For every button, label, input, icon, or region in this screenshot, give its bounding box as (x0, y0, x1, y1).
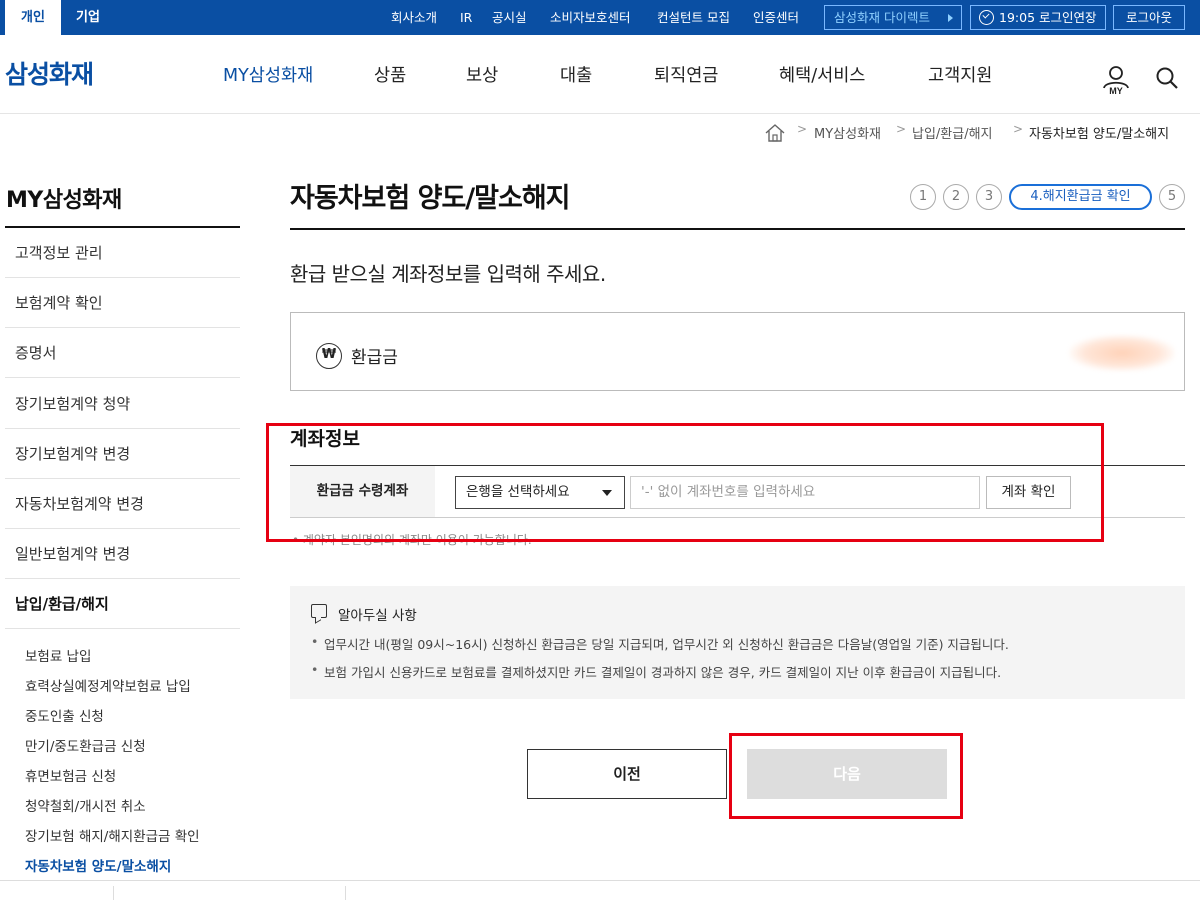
footer-divider (0, 880, 1200, 881)
page-title: 자동차보험 양도/말소해지 (290, 183, 571, 214)
step-4-current: 4.해지환급금 확인 (1009, 184, 1152, 210)
nav-loans[interactable]: 대출 (560, 62, 592, 87)
login-extend-button[interactable]: 19:05 로그인연장 (970, 5, 1106, 30)
link-consumer-center[interactable]: 소비자보호센터 (550, 0, 631, 35)
tab-corporate[interactable]: 기업 (76, 0, 100, 35)
nav-claims[interactable]: 보상 (466, 62, 498, 87)
nav-support[interactable]: 고객지원 (928, 62, 992, 87)
refund-amount-redacted (1069, 335, 1175, 371)
notice-item-text: 업무시간 내(평일 09시~16시) 신청하신 환급금은 당일 지급되며, 업무… (324, 637, 1009, 652)
footer-separator (113, 886, 114, 900)
direct-button[interactable]: 삼성화재 다이렉트 (824, 5, 962, 30)
footer-separator (345, 886, 346, 900)
nav-benefits[interactable]: 혜택/서비스 (779, 62, 865, 87)
refund-label: 환급금 (351, 348, 398, 368)
sidebar-item-general-change[interactable]: 일반보험계약 변경 (5, 529, 240, 579)
sidebar-item-long-term-subscribe[interactable]: 장기보험계약 청약 (5, 379, 240, 429)
home-icon[interactable] (764, 123, 786, 143)
nav-products[interactable]: 상품 (374, 62, 406, 87)
breadcrumb-my[interactable]: MY삼성화재 (814, 123, 881, 142)
step-3: 3 (976, 184, 1002, 210)
breadcrumb-current: 자동차보험 양도/말소해지 (1029, 127, 1170, 142)
won-icon: ₩ (316, 343, 342, 369)
sidebar-title: MY삼성화재 (6, 188, 122, 213)
notice-box: 알아두실 사항 업무시간 내(평일 09시~16시) 신청하신 환급금은 당일 … (290, 586, 1185, 699)
intro-text: 환급 받으실 계좌정보를 입력해 주세요. (290, 262, 606, 286)
sidebar-sub-dormant[interactable]: 휴면보험금 신청 (25, 765, 116, 785)
notice-item-text: 보험 가입시 신용카드로 보험료를 결제하셨지만 카드 결제일이 경과하지 않은… (324, 665, 1002, 680)
logo[interactable]: 삼성화재 (5, 55, 94, 91)
sidebar-item-customer-info[interactable]: 고객정보 관리 (5, 228, 240, 278)
sidebar-sub-withdrawal[interactable]: 중도인출 신청 (25, 705, 104, 725)
sidebar-sub-lapse-payment[interactable]: 효력상실예정계약보험료 납입 (25, 675, 191, 695)
link-company[interactable]: 회사소개 (391, 0, 437, 35)
tab-personal[interactable]: 개인 (5, 0, 61, 35)
step-2: 2 (943, 184, 969, 210)
link-disclosure[interactable]: 공시실 (492, 0, 527, 35)
highlight-account-section (266, 423, 1104, 542)
logout-button[interactable]: 로그아웃 (1113, 5, 1185, 30)
sidebar-item-long-term-change[interactable]: 장기보험계약 변경 (5, 429, 240, 479)
breadcrumb-separator-icon: > (1013, 122, 1024, 136)
prev-button[interactable]: 이전 (527, 749, 727, 799)
title-divider (290, 228, 1185, 230)
breadcrumb-payment[interactable]: 납입/환급/해지 (912, 123, 993, 142)
sidebar-sub-withdrawal-cancel[interactable]: 청약철회/개시전 취소 (25, 795, 146, 815)
speech-bubble-icon (311, 604, 327, 618)
link-consultant[interactable]: 컨설턴트 모집 (657, 0, 730, 35)
sidebar-item-certificate[interactable]: 증명서 (5, 328, 240, 378)
nav-my[interactable]: MY삼성화재 (223, 62, 313, 87)
step-5: 5 (1159, 184, 1185, 210)
notice-title: 알아두실 사항 (338, 608, 417, 624)
nav-pension[interactable]: 퇴직연금 (654, 62, 718, 87)
header-divider (0, 113, 1200, 114)
top-utility-bar: 개인 기업 회사소개 IR 공시실 소비자보호센터 컨설턴트 모집 인증센터 삼… (0, 0, 1200, 35)
notice-item: 보험 가입시 신용카드로 보험료를 결제하셨지만 카드 결제일이 경과하지 않은… (311, 662, 1001, 681)
sidebar-sub-auto-transfer[interactable]: 자동차보험 양도/말소해지 (25, 855, 171, 875)
arrow-right-icon (948, 14, 953, 22)
login-extend-label: 19:05 로그인연장 (999, 10, 1097, 25)
highlight-next-button (729, 733, 963, 819)
link-certification[interactable]: 인증센터 (753, 0, 799, 35)
sidebar-sub-premium-payment[interactable]: 보험료 납입 (25, 645, 91, 665)
sidebar-sub-long-term-termination[interactable]: 장기보험 해지/해지환급금 확인 (25, 825, 200, 845)
search-icon[interactable] (1155, 66, 1179, 90)
direct-button-label: 삼성화재 다이렉트 (834, 10, 930, 25)
step-1: 1 (910, 184, 936, 210)
notice-item: 업무시간 내(평일 09시~16시) 신청하신 환급금은 당일 지급되며, 업무… (311, 634, 1009, 653)
sidebar-item-auto-change[interactable]: 자동차보험계약 변경 (5, 479, 240, 529)
clock-icon (979, 10, 994, 25)
breadcrumb-separator-icon: > (797, 122, 808, 136)
link-ir[interactable]: IR (460, 0, 472, 35)
refund-summary-box: ₩ 환급금 (290, 312, 1185, 391)
sidebar-sub-maturity-refund[interactable]: 만기/중도환급금 신청 (25, 735, 146, 755)
my-icon-label: MY (1109, 86, 1123, 96)
my-page-icon[interactable]: MY (1101, 64, 1131, 96)
sidebar-item-contract-check[interactable]: 보험계약 확인 (5, 278, 240, 328)
breadcrumb-separator-icon: > (896, 122, 907, 136)
sidebar-item-payment-refund[interactable]: 납입/환급/해지 (5, 579, 240, 629)
